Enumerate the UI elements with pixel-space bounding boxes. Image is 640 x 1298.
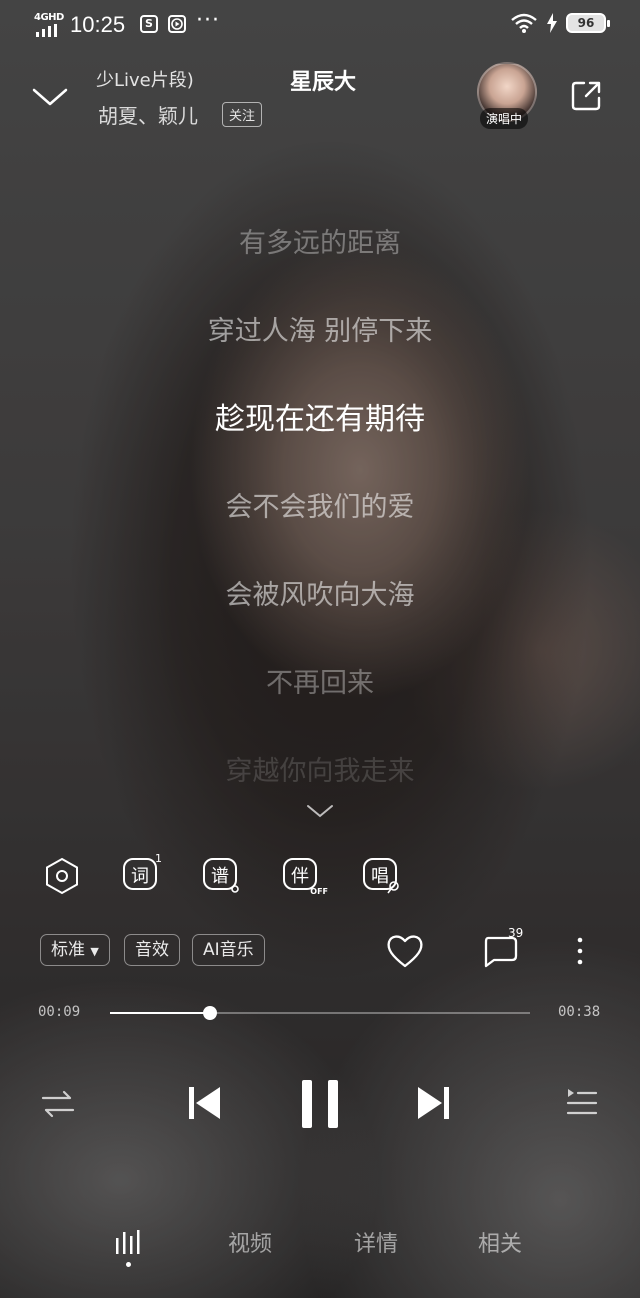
sound-effects-button[interactable]: 音效 — [124, 934, 180, 966]
lyric-line[interactable]: 不再回来 — [0, 658, 640, 746]
quality-row: 标准 ▼ 音效 AI音乐 39 — [0, 926, 640, 970]
skip-previous-icon[interactable] — [186, 1084, 222, 1122]
ai-music-button[interactable]: AI音乐 — [192, 934, 265, 966]
lyrics-expand-chevron-icon[interactable] — [304, 802, 336, 820]
more-notifications-icon: ··· — [196, 8, 220, 33]
lyric-line[interactable]: 穿过人海 别停下来 — [0, 306, 640, 394]
singer-name[interactable]: 胡夏、颖儿 — [98, 100, 198, 129]
follow-button[interactable]: 关注 — [222, 102, 263, 127]
quality-label: 标准 — [51, 940, 85, 960]
charging-icon — [547, 13, 557, 33]
lyric-line[interactable]: 穿越你向我走来 — [0, 746, 640, 786]
lyrics-count: 1 — [155, 852, 162, 865]
singer-avatar[interactable]: 演唱中 — [474, 62, 540, 129]
sing-char: 唱 — [371, 866, 389, 887]
tab-related[interactable]: 相关 — [478, 1226, 522, 1258]
sing-button[interactable]: 唱 — [362, 856, 402, 896]
app-s-icon: S — [140, 15, 158, 33]
equalizer-icon[interactable] — [114, 1228, 144, 1254]
skip-next-icon[interactable] — [416, 1084, 452, 1122]
seek-thumb[interactable] — [202, 1006, 217, 1020]
playlist-icon[interactable] — [564, 1086, 598, 1120]
player-header: 少Live片段) 星辰大 胡夏、颖儿 关注 演唱中 — [0, 52, 640, 142]
hexagon-icon[interactable] — [42, 856, 82, 896]
seek-track-fill — [110, 1012, 210, 1014]
repeat-icon[interactable] — [40, 1088, 76, 1120]
chevron-down-icon[interactable] — [30, 82, 70, 112]
tool-row: 词 1 谱 伴 OFF 唱 — [0, 852, 640, 900]
comment-count: 39 — [508, 926, 524, 940]
lyric-line[interactable]: 会被风吹向大海 — [0, 570, 640, 658]
singing-badge: 演唱中 — [480, 108, 529, 129]
heart-icon[interactable] — [384, 932, 426, 970]
share-icon[interactable] — [568, 78, 604, 114]
bottom-tabs: 视频 详情 相关 — [0, 1220, 640, 1270]
accompany-button[interactable]: 伴 OFF — [282, 856, 328, 896]
lyrics-char: 词 — [131, 866, 149, 887]
lyric-line[interactable]: 会不会我们的爱 — [0, 482, 640, 570]
active-tab-indicator — [126, 1262, 131, 1267]
tab-video[interactable]: 视频 — [228, 1226, 272, 1258]
accompany-state: OFF — [310, 887, 328, 896]
lyrics-panel[interactable]: 有多远的距离 穿过人海 别停下来 趁现在还有期待 会不会我们的爱 会被风吹向大海… — [0, 218, 640, 786]
total-time: 00:38 — [558, 1004, 601, 1020]
lyrics-toggle-button[interactable]: 词 1 — [122, 852, 162, 896]
more-vertical-icon[interactable] — [570, 934, 590, 968]
lyric-line[interactable]: 有多远的距离 — [0, 218, 640, 306]
current-time: 00:09 — [38, 1004, 81, 1020]
wifi-icon — [511, 13, 537, 33]
status-bar: 4GHD 10:25 S ··· 96 — [0, 0, 640, 52]
lyric-line-current[interactable]: 趁现在还有期待 — [0, 394, 640, 482]
quality-select[interactable]: 标准 ▼ — [40, 934, 110, 966]
pause-icon[interactable] — [298, 1078, 342, 1130]
status-time: 10:25 — [70, 12, 126, 37]
seek-track[interactable] — [110, 1006, 530, 1020]
score-button[interactable]: 谱 — [202, 856, 242, 896]
caret-down-icon: ▼ — [90, 945, 99, 958]
signal-icon — [36, 24, 57, 37]
progress-bar: 00:09 00:38 — [0, 1000, 640, 1026]
score-char: 谱 — [211, 866, 229, 887]
song-subtitle: 少Live片段) — [96, 70, 194, 91]
accompany-char: 伴 — [291, 866, 309, 887]
tab-details[interactable]: 详情 — [354, 1226, 398, 1258]
song-title: 星辰大 — [290, 70, 357, 95]
network-type: 4GHD — [34, 12, 64, 23]
battery-indicator: 96 — [566, 13, 610, 33]
media-app-icon — [168, 15, 186, 33]
playback-controls — [0, 1072, 640, 1136]
